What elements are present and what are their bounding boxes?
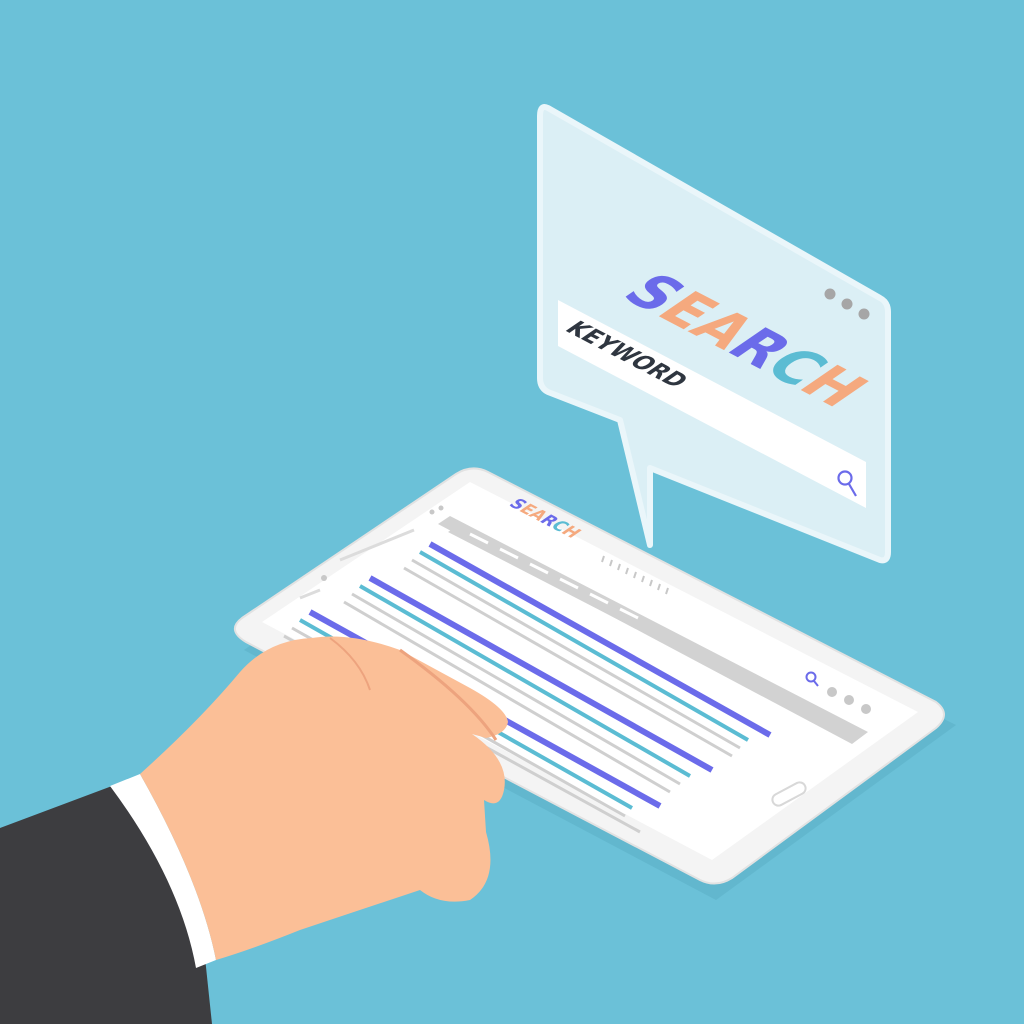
search-popup-window: SEARCH KEYWORD bbox=[537, 104, 891, 564]
hand-pointing bbox=[0, 636, 508, 1024]
isometric-search-illustration: SEARCH SEARCH KEYWORD bbox=[0, 104, 956, 1024]
